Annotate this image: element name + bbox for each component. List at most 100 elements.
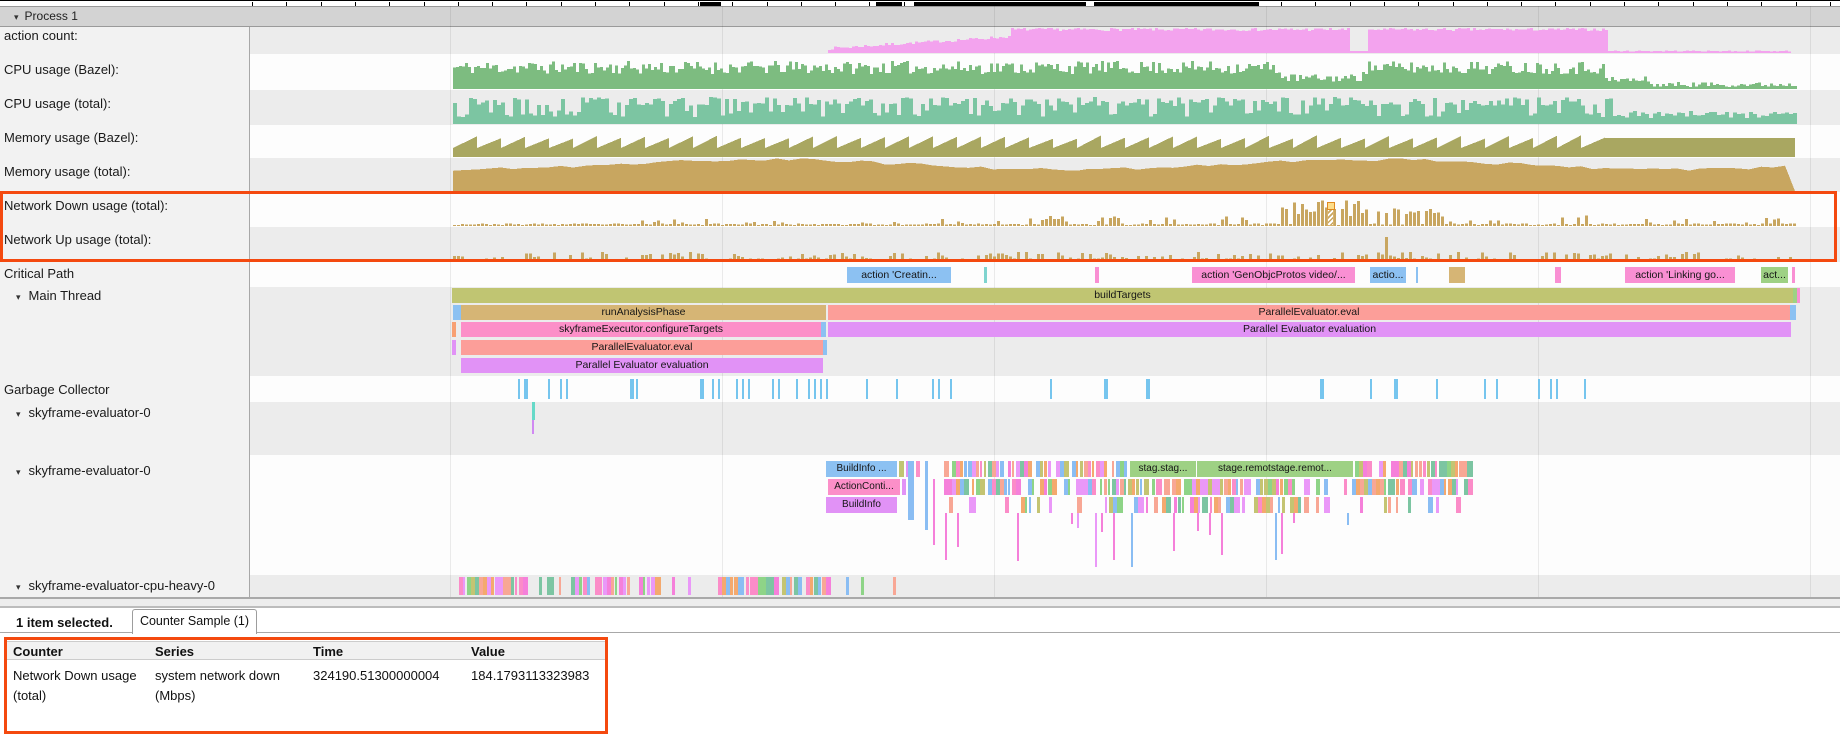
gc-event-tick[interactable] [814,379,816,399]
thread-span[interactable] [1304,497,1309,513]
thread-span[interactable] [523,577,528,595]
thread-span[interactable] [1040,461,1043,477]
thread-span[interactable] [1278,497,1280,513]
thread-span[interactable] [615,577,617,595]
thread-span[interactable] [980,461,982,477]
thread-span[interactable] [1136,479,1139,495]
thread-span[interactable] [984,461,986,477]
thread-span[interactable] [1202,497,1208,513]
thread-span[interactable] [655,577,661,595]
thread-span[interactable] [1008,479,1010,495]
thread-span[interactable]: ActionConti... [828,479,900,495]
thread-span[interactable] [539,577,542,595]
track-row[interactable] [250,376,1840,402]
thread-span[interactable] [1228,479,1231,495]
gc-event-tick[interactable] [1556,379,1558,399]
thread-span[interactable] [1388,497,1391,513]
thread-span[interactable] [1124,479,1126,495]
thread-span[interactable] [1152,479,1155,495]
gc-event-tick[interactable] [630,379,634,399]
gc-event-tick[interactable] [636,379,638,399]
thread-span[interactable] [1444,479,1446,495]
thread-span[interactable] [1293,513,1295,523]
thread-span[interactable] [1468,479,1473,495]
gc-event-tick[interactable] [778,379,780,399]
thread-span[interactable] [688,577,691,595]
thread-span[interactable] [973,497,976,513]
collapse-triangle-icon[interactable]: ▾ [16,467,21,477]
critical-path-span[interactable]: action 'Creatin... [847,267,951,283]
thread-span[interactable] [1467,461,1473,477]
thread-span[interactable] [1048,461,1051,477]
thread-span[interactable] [1427,461,1430,477]
thread-span[interactable] [1077,497,1082,513]
thread-span[interactable] [1347,513,1349,525]
gc-event-tick[interactable] [742,379,744,399]
thread-span[interactable] [1423,461,1426,477]
thread-span[interactable] [1797,288,1800,303]
thread-span[interactable] [996,461,999,477]
panel-splitter[interactable] [0,597,1840,608]
gc-event-tick[interactable] [866,379,868,399]
thread-span[interactable] [619,577,623,595]
thread-span[interactable] [902,479,906,495]
thread-span[interactable] [1144,479,1149,495]
thread-span[interactable] [1367,461,1372,477]
thread-span[interactable] [1344,479,1347,495]
thread-span[interactable] [1008,461,1011,477]
gc-event-tick[interactable] [1050,379,1052,399]
thread-span[interactable] [899,461,904,477]
thread-span[interactable] [1071,513,1073,524]
thread-span[interactable] [579,577,582,595]
thread-span[interactable] [1176,479,1181,495]
thread-span[interactable] [1236,479,1238,495]
cell-value[interactable]: 184.1793113323983 [471,666,606,686]
thread-span[interactable]: Parallel Evaluator evaluation [461,358,823,373]
thread-span[interactable] [1005,497,1009,513]
thread-span[interactable] [1174,497,1177,513]
gc-event-tick[interactable] [518,379,520,399]
thread-span[interactable] [1108,479,1110,495]
chart-mem-bazel[interactable] [250,125,1840,158]
thread-span[interactable] [1044,479,1047,495]
gc-event-tick[interactable] [1584,379,1586,399]
gc-event-tick[interactable] [548,379,550,399]
thread-span[interactable] [774,577,779,595]
thread-span[interactable] [1419,461,1422,477]
thread-span[interactable] [1280,479,1283,495]
thread-span[interactable] [1420,479,1424,495]
thread-span[interactable] [925,461,928,530]
thread-span[interactable] [1182,497,1184,513]
thread-span[interactable] [1221,513,1223,555]
thread-span[interactable] [964,461,967,477]
cell-counter[interactable]: Network Down usage (total) [13,666,138,706]
thread-span[interactable] [1456,479,1458,495]
thread-span[interactable] [790,577,792,595]
thread-span[interactable] [1396,497,1398,513]
thread-span[interactable] [1124,461,1127,477]
thread-span[interactable] [672,577,675,595]
thread-span[interactable] [1384,497,1387,513]
thread-span[interactable] [1790,305,1796,320]
thread-span[interactable] [1080,461,1083,477]
gc-event-tick[interactable] [1146,379,1150,399]
thread-span[interactable] [1209,513,1211,535]
thread-span[interactable] [1092,461,1094,477]
gc-event-tick[interactable] [712,379,714,399]
thread-span[interactable] [964,479,969,495]
thread-span[interactable] [599,577,602,595]
thread-span[interactable] [1044,461,1047,477]
thread-span[interactable] [623,577,626,595]
sidebar-item-mem_total[interactable]: Memory usage (total): [4,164,130,179]
thread-span[interactable] [945,513,947,560]
thread-span[interactable] [960,461,963,477]
thread-span[interactable] [1316,479,1320,495]
thread-span[interactable] [1105,497,1107,513]
thread-span[interactable] [933,479,935,545]
gc-event-tick[interactable] [772,379,774,399]
gc-event-tick[interactable] [1394,379,1398,399]
thread-span[interactable] [798,577,802,595]
collapse-triangle-icon[interactable]: ▾ [16,292,21,302]
thread-span[interactable] [463,577,465,595]
thread-span[interactable] [1032,479,1034,495]
